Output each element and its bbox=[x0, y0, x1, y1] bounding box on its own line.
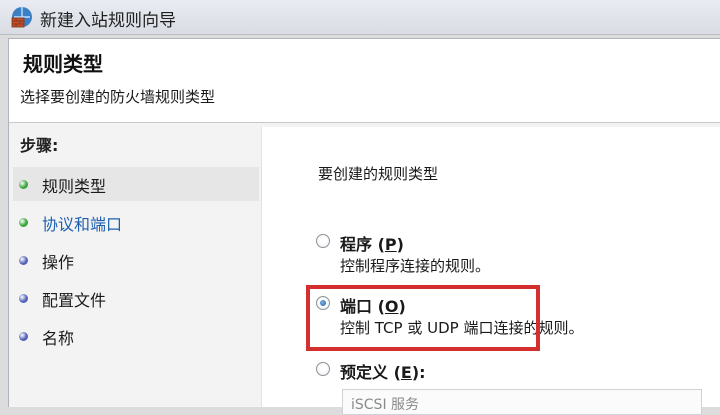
predefined-select[interactable]: iSCSI 服务 bbox=[342, 389, 702, 415]
window-title: 新建入站规则向导 bbox=[40, 11, 176, 31]
port-radio[interactable] bbox=[316, 296, 330, 310]
step-name[interactable]: 名称 bbox=[13, 319, 259, 353]
step-label: 操作 bbox=[42, 253, 75, 272]
wizard-body: 步骤: 规则类型 协议和端口 操作 配置文件 名称 要创建的规则类型 程序 (P… bbox=[8, 122, 720, 415]
steps-title: 步骤: bbox=[20, 136, 59, 155]
step-bullet-icon bbox=[19, 218, 28, 227]
predefined-value: iSCSI 服务 bbox=[351, 397, 420, 413]
step-label: 配置文件 bbox=[42, 291, 107, 310]
content-panel: 要创建的规则类型 程序 (P) 控制程序连接的规则。 端口 (O) 控制 TCP… bbox=[261, 127, 720, 415]
step-rule-type[interactable]: 规则类型 bbox=[13, 167, 259, 201]
step-bullet-icon bbox=[19, 180, 28, 189]
title-bar: 新建入站规则向导 bbox=[0, 0, 720, 35]
step-profile[interactable]: 配置文件 bbox=[13, 281, 259, 315]
steps-panel: 步骤: 规则类型 协议和端口 操作 配置文件 名称 bbox=[9, 123, 261, 407]
step-bullet-icon bbox=[19, 256, 28, 265]
option-label: 端口 (O) bbox=[340, 297, 406, 316]
step-bullet-icon bbox=[19, 294, 28, 303]
predefined-radio[interactable] bbox=[316, 362, 330, 376]
option-label: 程序 (P) bbox=[340, 235, 404, 254]
step-label: 规则类型 bbox=[42, 177, 107, 196]
firewall-wizard-icon bbox=[11, 7, 32, 28]
page-title: 规则类型 bbox=[23, 52, 103, 76]
page-header: 规则类型 选择要创建的防火墙规则类型 bbox=[8, 38, 720, 123]
step-bullet-icon bbox=[19, 332, 28, 341]
step-label: 协议和端口 bbox=[42, 215, 123, 234]
step-action[interactable]: 操作 bbox=[13, 243, 259, 277]
rule-type-prompt: 要创建的规则类型 bbox=[318, 165, 439, 183]
page-subtitle: 选择要创建的防火墙规则类型 bbox=[20, 88, 216, 106]
option-description: 控制 TCP 或 UDP 端口连接的规则。 bbox=[340, 319, 584, 337]
option-description: 控制程序连接的规则。 bbox=[340, 257, 491, 275]
program-radio[interactable] bbox=[316, 234, 330, 248]
step-protocol-ports[interactable]: 协议和端口 bbox=[13, 205, 259, 239]
option-label: 预定义 (E): bbox=[340, 363, 426, 382]
step-label: 名称 bbox=[42, 329, 75, 348]
